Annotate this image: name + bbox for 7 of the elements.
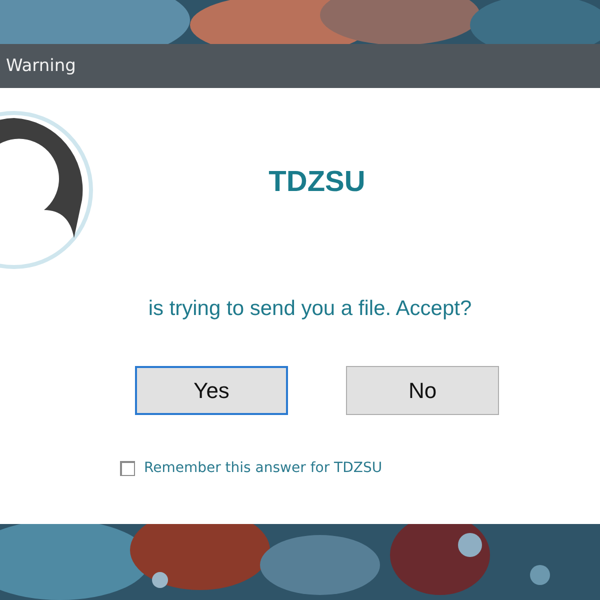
checkbox[interactable] xyxy=(120,460,135,476)
window-title: Warning xyxy=(6,56,76,76)
yes-button[interactable]: Yes xyxy=(135,366,288,415)
sender-name: TDZSU xyxy=(268,166,366,198)
no-button[interactable]: No xyxy=(346,366,499,415)
message-text: is trying to send you a file. Accept? xyxy=(147,297,473,321)
remember-label: Remember this answer for TDZSU xyxy=(144,460,382,476)
